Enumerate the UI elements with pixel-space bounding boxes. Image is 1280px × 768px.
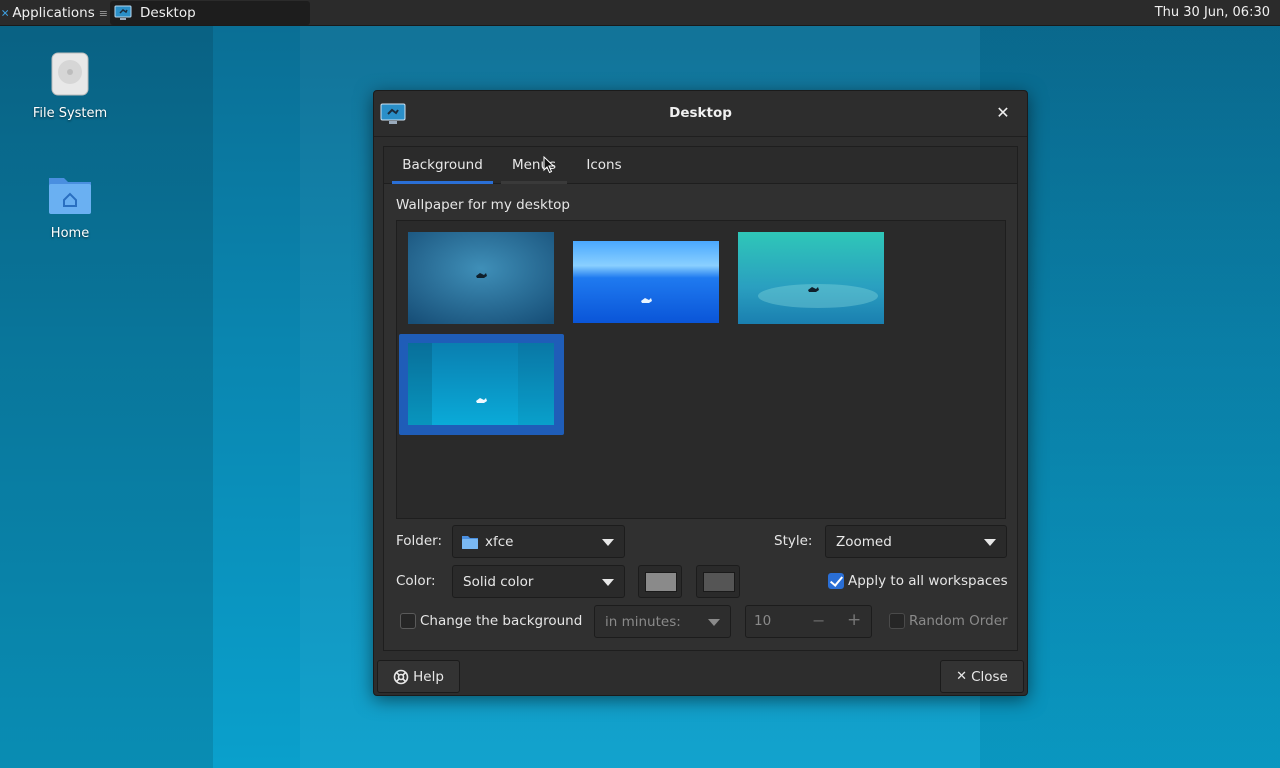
folder-value: xfce [485,533,514,550]
random-order-label[interactable]: Random Order [909,613,1008,629]
tab-icons[interactable]: Icons [577,147,631,184]
help-button[interactable]: Help [377,660,460,693]
folder-label: Folder: [396,533,443,549]
change-background-checkbox[interactable] [400,613,416,629]
desktop-icon-label: File System [32,106,108,121]
applications-label: Applications [12,5,95,21]
apply-all-workspaces-checkbox[interactable] [828,573,844,589]
primary-color-button[interactable] [638,565,682,598]
dialog-title: Desktop [669,105,732,121]
style-value: Zoomed [836,533,892,550]
chevron-down-icon [602,539,614,546]
clock[interactable]: Thu 30 Jun, 06:30 [1155,0,1270,26]
drive-icon [46,50,94,98]
minus-icon[interactable]: − [812,611,825,630]
applications-menu-button[interactable]: Applications ≡ [2,0,108,26]
settings-notebook: Background Menus Icons Wallpaper for my … [383,146,1018,651]
tab-menus[interactable]: Menus [501,147,567,184]
desktop-settings-icon [114,5,132,20]
plus-icon[interactable]: + [847,610,861,630]
chevron-down-icon [602,579,614,586]
dialog-titlebar[interactable]: Desktop ✕ [374,91,1027,137]
tab-background[interactable]: Background [392,147,493,184]
taskbar-item-label: Desktop [140,5,196,21]
top-panel: Applications ≡ Desktop Thu 30 Jun, 06:30 [0,0,1280,26]
wallpaper-thumbnail[interactable] [408,232,554,324]
desktop-icon-label: Home [50,226,90,241]
interval-unit-combo[interactable]: in minutes: [594,605,731,638]
desktop-settings-dialog: Desktop ✕ Background Menus Icons Wallpap… [373,90,1028,696]
interval-spinbutton[interactable]: 10 − + [745,605,872,638]
color-mode-combo[interactable]: Solid color [452,565,625,598]
wallpaper-thumbnail[interactable] [738,232,884,324]
color-label: Color: [396,573,436,589]
close-button-label: Close [971,668,1008,685]
interval-unit-value: in minutes: [605,613,681,630]
desktop-icon-home[interactable]: Home [20,170,120,241]
mouse-cursor-icon [543,156,555,174]
xfce-logo-icon [2,10,9,16]
close-icon[interactable]: ✕ [993,103,1013,123]
random-order-checkbox[interactable] [889,613,905,629]
taskbar-item-desktop[interactable]: Desktop [110,1,310,25]
primary-color-swatch [645,572,677,592]
separator-handle-icon: ≡ [98,6,108,20]
help-button-label: Help [413,668,444,685]
style-label: Style: [774,533,813,549]
help-lifebuoy-icon [393,669,409,684]
change-background-label[interactable]: Change the background [420,613,582,629]
tab-bar: Background Menus Icons [384,147,1017,184]
secondary-color-swatch [703,572,735,592]
wallpaper-grid [396,220,1006,519]
wallpaper-thumbnail-selected[interactable] [408,343,554,435]
home-folder-icon [46,170,94,218]
wallpaper-section-label: Wallpaper for my desktop [396,197,570,213]
close-button[interactable]: ✕ Close [940,660,1024,693]
folder-combo[interactable]: xfce [452,525,625,558]
wallpaper-thumbnail[interactable] [573,241,719,323]
desktop-icon-file-system[interactable]: File System [20,50,120,121]
secondary-color-button[interactable] [696,565,740,598]
interval-value: 10 [754,613,772,629]
chevron-down-icon [984,539,996,546]
style-combo[interactable]: Zoomed [825,525,1007,558]
chevron-down-icon [708,619,720,626]
apply-all-workspaces-label[interactable]: Apply to all workspaces [848,573,1008,589]
close-icon: ✕ [956,669,968,684]
folder-icon [462,535,478,549]
color-mode-value: Solid color [463,573,534,590]
